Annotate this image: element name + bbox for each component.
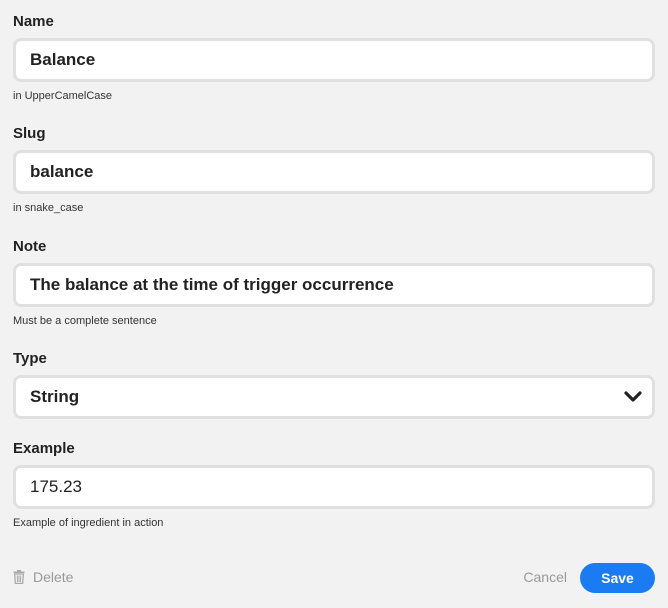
note-label: Note [13, 238, 47, 255]
name-field-group: Name in UpperCamelCase [13, 13, 655, 103]
note-input[interactable] [16, 266, 652, 304]
trash-icon [13, 570, 25, 584]
slug-hint: in snake_case [13, 202, 84, 214]
type-selected-value: String [30, 387, 80, 406]
example-input-wrapper [13, 465, 655, 509]
name-input-wrapper [13, 38, 655, 82]
name-hint: in UpperCamelCase [13, 90, 113, 102]
name-input[interactable] [16, 41, 652, 79]
type-field-group: Type String [13, 350, 655, 419]
delete-label: Delete [33, 569, 74, 585]
type-label: Type [13, 350, 47, 367]
save-button[interactable]: Save [580, 563, 655, 593]
example-field-group: Example Example of ingredient in action [13, 440, 655, 530]
name-label: Name [13, 13, 54, 30]
type-select[interactable]: String [13, 375, 655, 419]
note-hint: Must be a complete sentence [13, 315, 157, 327]
slug-label: Slug [13, 125, 46, 142]
slug-input-wrapper [13, 150, 655, 194]
form-footer: Delete Cancel Save [13, 563, 655, 593]
slug-field-group: Slug in snake_case [13, 125, 655, 215]
chevron-down-icon [624, 391, 642, 402]
slug-input[interactable] [16, 153, 652, 191]
example-input[interactable] [16, 468, 652, 506]
ingredient-form: Name in UpperCamelCase Slug in snake_cas… [0, 0, 668, 608]
cancel-button[interactable]: Cancel [523, 569, 567, 585]
note-input-wrapper [13, 263, 655, 307]
example-label: Example [13, 440, 75, 457]
delete-button[interactable]: Delete [13, 569, 73, 585]
example-hint: Example of ingredient in action [13, 517, 164, 529]
note-field-group: Note Must be a complete sentence [13, 238, 655, 328]
